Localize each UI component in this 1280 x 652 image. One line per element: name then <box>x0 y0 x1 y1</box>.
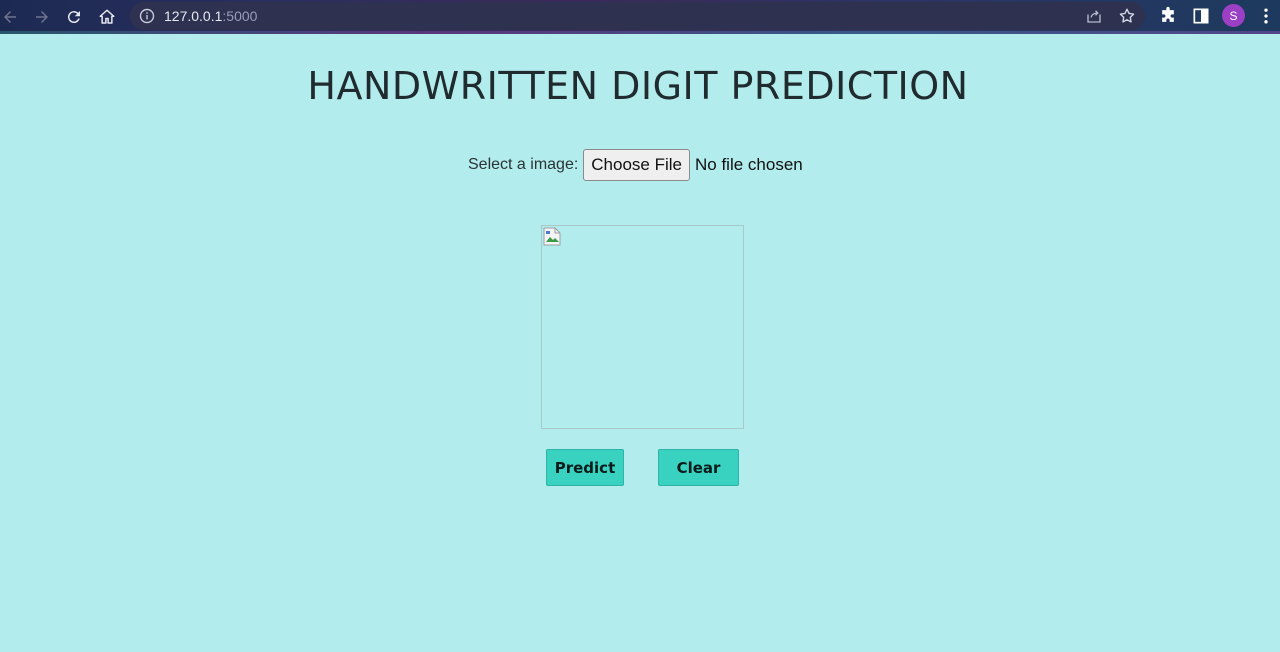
page-body: HANDWRITTEN DIGIT PREDICTION Select a im… <box>0 34 1280 652</box>
image-preview <box>541 225 744 429</box>
address-bar[interactable]: 127.0.0.1:5000 <box>130 2 1145 30</box>
browser-toolbar: 127.0.0.1:5000 S <box>0 0 1280 34</box>
avatar-initial: S <box>1229 8 1238 23</box>
file-upload-row: Select a image: Choose File No file chos… <box>468 148 803 182</box>
profile-avatar[interactable]: S <box>1222 4 1245 27</box>
forward-button[interactable] <box>29 4 55 30</box>
clear-button[interactable]: Clear <box>658 449 739 486</box>
url-text: 127.0.0.1:5000 <box>164 8 257 24</box>
arrow-left-icon <box>4 11 16 23</box>
back-button[interactable] <box>0 4 23 30</box>
extensions-puzzle-icon[interactable] <box>1158 6 1178 26</box>
home-button[interactable] <box>94 4 120 30</box>
side-panel-icon[interactable] <box>1191 6 1211 26</box>
kebab-menu-icon[interactable] <box>1256 6 1276 26</box>
reload-button[interactable] <box>61 4 87 30</box>
url-port: :5000 <box>222 8 258 24</box>
info-icon[interactable] <box>139 8 155 24</box>
url-host: 127.0.0.1 <box>164 8 223 24</box>
arrow-right-icon <box>36 11 48 23</box>
page-title: HANDWRITTEN DIGIT PREDICTION <box>307 64 969 108</box>
predict-button[interactable]: Predict <box>546 449 624 486</box>
share-icon[interactable] <box>1085 7 1103 25</box>
file-input-label: Select a image: <box>468 156 579 173</box>
home-icon <box>99 9 115 24</box>
bookmark-star-icon[interactable] <box>1118 7 1136 25</box>
reload-icon <box>67 11 80 24</box>
broken-image-icon <box>543 227 561 246</box>
file-status-text: No file chosen <box>695 155 803 174</box>
choose-file-button[interactable]: Choose File <box>583 149 690 181</box>
